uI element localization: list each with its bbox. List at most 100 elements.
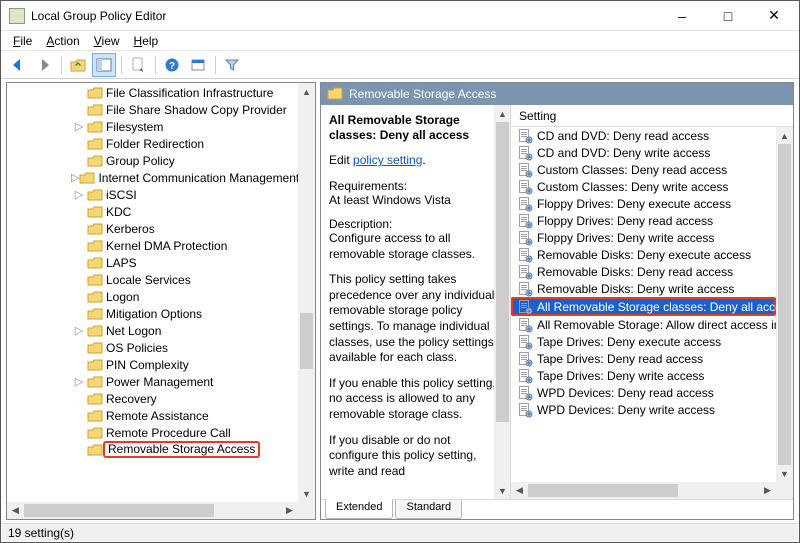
back-button[interactable] <box>6 53 30 77</box>
tree-item[interactable]: ▷Power Management <box>7 373 298 390</box>
tree-vertical-scrollbar[interactable]: ▲ ▼ <box>298 83 315 502</box>
tree-item[interactable]: ▷Net Logon <box>7 322 298 339</box>
setting-label: Floppy Drives: Deny execute access <box>537 197 731 211</box>
setting-item[interactable]: Removable Disks: Deny write access <box>511 280 776 297</box>
settings-list[interactable]: CD and DVD: Deny read accessCD and DVD: … <box>511 127 776 418</box>
close-button[interactable]: ✕ <box>751 1 797 31</box>
tab-strip: Extended Standard <box>321 499 793 519</box>
tree-item[interactable]: File Share Shadow Copy Provider <box>7 101 298 118</box>
edit-policy-link[interactable]: policy setting <box>353 153 422 167</box>
folder-icon <box>87 306 103 322</box>
setting-item[interactable]: All Removable Storage classes: Deny all … <box>511 297 776 316</box>
menu-help[interactable]: Help <box>128 32 165 50</box>
tree-item[interactable]: ▷Filesystem <box>7 118 298 135</box>
maximize-button[interactable]: □ <box>705 1 751 31</box>
expand-icon[interactable]: ▷ <box>71 170 79 186</box>
setting-item[interactable]: Removable Disks: Deny execute access <box>511 246 776 263</box>
tree-horizontal-scrollbar[interactable]: ◀ ▶ <box>7 502 298 519</box>
menu-file[interactable]: File <box>7 32 38 50</box>
tree-item[interactable]: Removable Storage Access <box>7 441 298 458</box>
minimize-button[interactable]: – <box>659 1 705 31</box>
expand-icon[interactable]: ▷ <box>71 374 87 390</box>
tree-item[interactable]: File Classification Infrastructure <box>7 84 298 101</box>
folder-icon <box>87 204 103 220</box>
tree-item-label: iSCSI <box>106 188 137 202</box>
twisty-placeholder <box>71 255 87 271</box>
scroll-corner <box>298 502 315 519</box>
forward-button[interactable] <box>32 53 56 77</box>
setting-item[interactable]: CD and DVD: Deny read access <box>511 127 776 144</box>
tree-item[interactable]: Folder Redirection <box>7 135 298 152</box>
show-hide-tree-button[interactable] <box>92 53 116 77</box>
setting-item[interactable]: Floppy Drives: Deny write access <box>511 229 776 246</box>
tree-item[interactable]: ▷ iSCSI <box>7 186 298 203</box>
tree-item[interactable]: LAPS <box>7 254 298 271</box>
tree-item[interactable]: KDC <box>7 203 298 220</box>
setting-item[interactable]: Tape Drives: Deny write access <box>511 367 776 384</box>
setting-item[interactable]: Custom Classes: Deny write access <box>511 178 776 195</box>
setting-item[interactable]: All Removable Storage: Allow direct acce… <box>511 316 776 333</box>
setting-item[interactable]: CD and DVD: Deny write access <box>511 144 776 161</box>
menu-view[interactable]: View <box>88 32 126 50</box>
setting-item[interactable]: Tape Drives: Deny execute access <box>511 333 776 350</box>
tree-item-label: Internet Communication Management <box>98 171 298 185</box>
setting-item[interactable]: WPD Devices: Deny read access <box>511 384 776 401</box>
twisty-placeholder <box>71 238 87 254</box>
properties-button[interactable] <box>126 53 150 77</box>
list-vertical-scrollbar[interactable]: ▲ ▼ <box>776 127 793 482</box>
up-one-level-button[interactable] <box>66 53 90 77</box>
description-scrollbar[interactable]: ▲ ▼ <box>494 105 511 499</box>
twisty-placeholder <box>71 221 87 237</box>
setting-item[interactable]: WPD Devices: Deny write access <box>511 401 776 418</box>
category-title: Removable Storage Access <box>349 87 496 101</box>
menu-action[interactable]: Action <box>40 32 85 50</box>
tab-standard[interactable]: Standard <box>395 500 462 519</box>
folder-icon <box>79 170 95 186</box>
tree-item[interactable]: OS Policies <box>7 339 298 356</box>
tree-item[interactable]: Logon <box>7 288 298 305</box>
list-horizontal-scrollbar[interactable]: ◀ ▶ <box>511 482 776 499</box>
toolbar: ? <box>1 51 799 79</box>
policy-icon <box>517 299 533 315</box>
tree-item[interactable]: Mitigation Options <box>7 305 298 322</box>
setting-item[interactable]: Floppy Drives: Deny execute access <box>511 195 776 212</box>
tree-item-label: Locale Services <box>106 273 191 287</box>
options-button[interactable] <box>186 53 210 77</box>
tree-item-label: Mitigation Options <box>106 307 202 321</box>
tree-item[interactable]: Kerberos <box>7 220 298 237</box>
expand-icon[interactable]: ▷ <box>71 119 87 135</box>
folder-icon <box>87 238 103 254</box>
selected-setting-title: All Removable Storage classes: Deny all … <box>329 113 502 143</box>
folder-icon <box>87 102 103 118</box>
tree-item[interactable]: Group Policy <box>7 152 298 169</box>
details-body: All Removable Storage classes: Deny all … <box>321 105 793 499</box>
setting-label: CD and DVD: Deny read access <box>537 129 709 143</box>
column-header-setting[interactable]: Setting <box>511 105 793 127</box>
folder-icon <box>87 221 103 237</box>
folder-icon <box>87 119 103 135</box>
tree-item[interactable]: ▷ Internet Communication Management <box>7 169 298 186</box>
setting-label: Tape Drives: Deny execute access <box>537 335 721 349</box>
setting-item[interactable]: Floppy Drives: Deny read access <box>511 212 776 229</box>
tree-item[interactable]: Recovery <box>7 390 298 407</box>
setting-label: All Removable Storage: Allow direct acce… <box>537 318 776 332</box>
tree-item[interactable]: Kernel DMA Protection <box>7 237 298 254</box>
tree-item[interactable]: Remote Procedure Call <box>7 424 298 441</box>
tree-item[interactable]: Remote Assistance <box>7 407 298 424</box>
tree-item-label: Removable Storage Access <box>103 441 260 458</box>
setting-item[interactable]: Tape Drives: Deny read access <box>511 350 776 367</box>
tree-item[interactable]: PIN Complexity <box>7 356 298 373</box>
expand-icon[interactable]: ▷ <box>71 323 87 339</box>
tree-item[interactable]: Locale Services <box>7 271 298 288</box>
filter-button[interactable] <box>220 53 244 77</box>
setting-item[interactable]: Removable Disks: Deny read access <box>511 263 776 280</box>
expand-icon[interactable]: ▷ <box>71 187 87 203</box>
policy-icon <box>517 385 533 401</box>
tab-extended[interactable]: Extended <box>325 499 393 519</box>
window-title: Local Group Policy Editor <box>31 9 659 23</box>
help-button[interactable]: ? <box>160 53 184 77</box>
setting-item[interactable]: Custom Classes: Deny read access <box>511 161 776 178</box>
setting-label: WPD Devices: Deny write access <box>537 403 715 417</box>
description-pane: All Removable Storage classes: Deny all … <box>321 105 511 499</box>
policy-tree[interactable]: File Classification InfrastructureFile S… <box>7 83 298 458</box>
